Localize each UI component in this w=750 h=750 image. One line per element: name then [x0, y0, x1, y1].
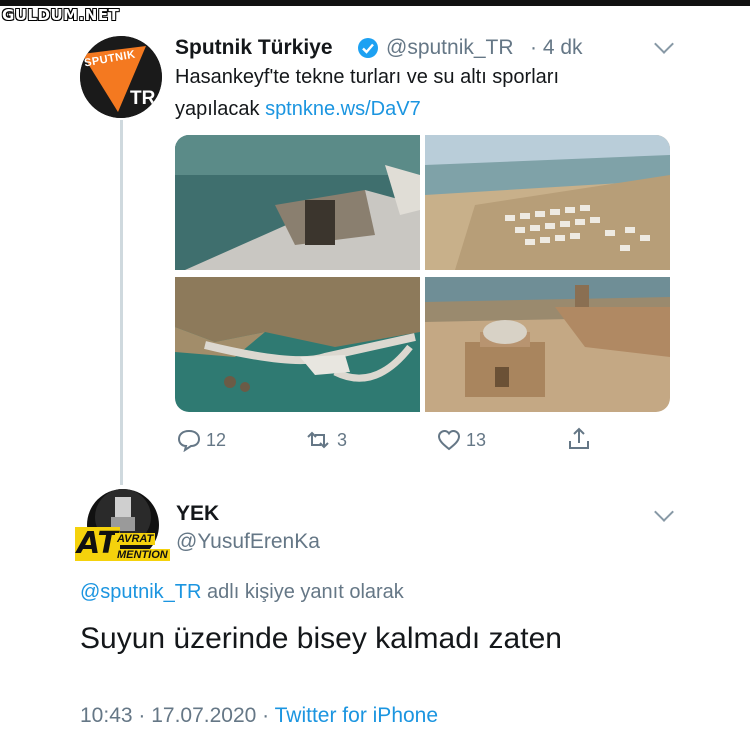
sputnik-avatar-tr: TR	[130, 88, 156, 109]
media-image-2[interactable]	[425, 135, 670, 270]
reply-author-name[interactable]: YEK	[176, 502, 219, 526]
sputnik-avatar[interactable]: SPUTNIK TR	[80, 36, 162, 118]
photo-historic-tomb	[425, 277, 670, 412]
retweet-icon	[307, 431, 329, 449]
media-image-3[interactable]	[175, 277, 420, 412]
media-image-4[interactable]	[425, 277, 670, 412]
media-image-1[interactable]	[175, 135, 420, 270]
reply-text: Suyun üzerinde bisey kalmadı zaten	[80, 622, 562, 655]
tweet-author-handle[interactable]: @sputnik_TR	[386, 36, 514, 60]
thread-connector-line	[120, 120, 123, 485]
tweet-time[interactable]: · 4 dk	[530, 36, 583, 60]
replying-to-handle[interactable]: @sputnik_TR	[80, 581, 201, 603]
replying-to-line: @sputnik_TR adlı kişiye yanıt olarak	[80, 581, 404, 604]
reply-timestamp[interactable]: 10:43 · 17.07.2020 ·	[80, 704, 269, 727]
reply-count: 12	[206, 429, 227, 450]
tweet-author-name[interactable]: Sputnik Türkiye	[175, 36, 333, 60]
reply-menu-chevron-icon[interactable]	[654, 502, 674, 522]
avatar-badge-small-text-2: MENTION	[115, 549, 170, 561]
like-action[interactable]: 13	[436, 428, 486, 452]
aerial-photo-lake-walkway	[175, 277, 420, 412]
retweet-action[interactable]: 3	[303, 428, 347, 452]
tweet-link[interactable]: sptnkne.ws/DaV7	[265, 98, 421, 120]
tweet-text-line2-wrap: yapılacak sptnkne.ws/DaV7	[175, 98, 421, 121]
avatar-badge-big-text: AT	[75, 526, 120, 561]
share-action[interactable]	[566, 426, 592, 452]
retweet-count: 3	[337, 429, 348, 450]
heart-icon	[437, 429, 461, 451]
reply-meta: 10:43 · 17.07.2020 · Twitter for iPhone	[80, 704, 438, 728]
tweet-text-line2: yapılacak	[175, 98, 260, 120]
reply-author-handle[interactable]: @YusufErenKa	[176, 530, 320, 554]
reply-source[interactable]: Twitter for iPhone	[275, 704, 438, 727]
reply-bubble-icon	[177, 429, 201, 452]
verified-badge-icon	[357, 37, 379, 64]
reply-avatar[interactable]: AT AVRAT MENTION	[75, 487, 171, 583]
replying-to-suffix: adlı kişiye yanıt olarak	[207, 581, 404, 603]
like-count: 13	[466, 429, 487, 450]
reply-action[interactable]: 12	[176, 428, 226, 452]
tweet-media-grid[interactable]	[175, 135, 670, 412]
tweet-text-line1: Hasankeyf'te tekne turları ve su altı sp…	[175, 66, 559, 88]
avatar-badge-small-text-1: AVRAT	[115, 533, 156, 545]
aerial-photo-new-settlement	[425, 135, 670, 270]
tweet-menu-chevron-icon[interactable]	[654, 34, 674, 54]
share-icon	[569, 427, 589, 449]
watermark: GULDUM.NET	[2, 6, 120, 24]
aerial-photo-dam-structure	[175, 135, 420, 270]
